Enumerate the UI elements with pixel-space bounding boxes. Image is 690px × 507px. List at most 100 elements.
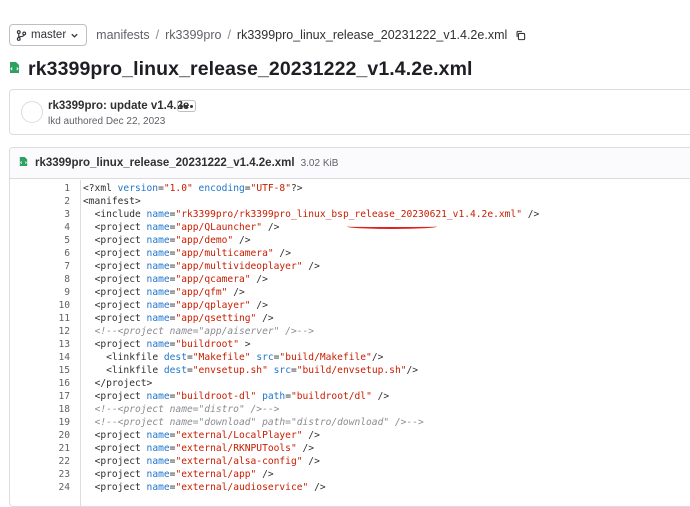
line-number[interactable]: 22 <box>10 455 70 468</box>
code-token: /> <box>302 261 320 272</box>
breadcrumb-separator: / <box>155 28 160 42</box>
code-token: encoding <box>198 183 245 194</box>
code-text: <!--<project name="download" path="distr… <box>83 416 424 429</box>
line-number[interactable]: 5 <box>10 234 70 247</box>
git-branch-icon <box>16 29 27 41</box>
code-line: 12 <!--<project name="app/aiserver" />--… <box>10 325 690 338</box>
code-line: 5 <project name="app/demo" /> <box>10 234 690 247</box>
line-number[interactable]: 2 <box>10 195 70 208</box>
code-line: 18 <!--<project name="distro" />--> <box>10 403 690 416</box>
code-token: "external/alsa-config" <box>175 456 303 467</box>
copy-icon[interactable] <box>515 30 526 41</box>
code-token: "app/multivideoplayer" <box>175 261 303 272</box>
code-token: /> <box>371 391 390 402</box>
line-number[interactable]: 15 <box>10 364 70 377</box>
code-token: "buildroot-dl" <box>175 391 257 402</box>
file-header: rk3399pro_linux_release_20231222_v1.4.2e… <box>10 148 690 179</box>
code-token: <project <box>94 274 147 285</box>
last-commit-box: rk3399pro: update v1.4.2e lkd authored D… <box>9 89 690 135</box>
code-token: "external/RKNPUTools" <box>175 443 297 454</box>
code-text: <project name="external/alsa-config" /> <box>83 455 320 468</box>
code-token: name <box>146 222 170 233</box>
line-number[interactable]: 3 <box>10 208 70 221</box>
code-token: name <box>146 261 170 272</box>
line-number[interactable]: 23 <box>10 468 70 481</box>
code-text: <project name="app/QLauncher" /> <box>83 221 280 234</box>
code-token: name <box>146 300 170 311</box>
line-number[interactable]: 9 <box>10 286 70 299</box>
chevron-down-icon <box>70 31 79 40</box>
code-text: <?xml version="1.0" encoding="UTF-8"?> <box>83 182 303 195</box>
line-number[interactable]: 11 <box>10 312 70 325</box>
code-text: <project name="app/demo" /> <box>83 234 251 247</box>
code-token: <project <box>94 287 147 298</box>
code-token: name <box>146 391 170 402</box>
line-number[interactable]: 18 <box>10 403 70 416</box>
file-size: 3.02 KiB <box>300 157 339 169</box>
line-number[interactable]: 17 <box>10 390 70 403</box>
line-number[interactable]: 16 <box>10 377 70 390</box>
commit-message[interactable]: rk3399pro: update v1.4.2e <box>48 100 189 112</box>
code-token: src <box>273 365 291 376</box>
breadcrumb-link-manifests[interactable]: manifests <box>96 28 150 42</box>
commit-meta: lkd authored Dec 22, 2023 <box>48 116 166 127</box>
code-token: "external/app" <box>175 469 257 480</box>
code-token: <!--<project name="app/aiserver" />--> <box>94 326 315 337</box>
code-token: /> <box>522 209 540 220</box>
code-token: name <box>146 248 170 259</box>
code-text: <project name="app/multicamera" /> <box>83 247 291 260</box>
code-token: "app/qplayer" <box>175 300 251 311</box>
code-token: <project <box>94 222 147 233</box>
code-token: name <box>146 482 170 493</box>
code-token: "external/audioservice" <box>175 482 309 493</box>
branch-name: master <box>31 29 67 41</box>
xml-file-icon <box>19 154 28 172</box>
line-number[interactable]: 1 <box>10 182 70 195</box>
line-number[interactable]: 19 <box>10 416 70 429</box>
code-token: "app/qsetting" <box>175 313 257 324</box>
code-line: 22 <project name="external/alsa-config" … <box>10 455 690 468</box>
code-token: </project> <box>94 378 153 389</box>
line-number[interactable]: 10 <box>10 299 70 312</box>
code-token: "app/qfm" <box>175 287 228 298</box>
xml-file-icon <box>9 61 20 79</box>
branch-selector-button[interactable]: master <box>9 24 88 46</box>
code-token: name <box>146 469 170 480</box>
code-token: name <box>146 287 170 298</box>
file-name: rk3399pro_linux_release_20231222_v1.4.2e… <box>35 157 295 169</box>
line-number[interactable]: 21 <box>10 442 70 455</box>
line-number[interactable]: 7 <box>10 260 70 273</box>
code-line: 23 <project name="external/app" /> <box>10 468 690 481</box>
code-token: <project <box>94 482 147 493</box>
line-number[interactable]: 4 <box>10 221 70 234</box>
code-text: <project name="app/multivideoplayer" /> <box>83 260 320 273</box>
code-token: name <box>146 339 170 350</box>
code-line: 17 <project name="buildroot-dl" path="bu… <box>10 390 690 403</box>
line-number[interactable]: 14 <box>10 351 70 364</box>
line-number[interactable]: 20 <box>10 429 70 442</box>
avatar[interactable] <box>21 101 43 123</box>
code-token: <manifest> <box>83 196 141 207</box>
code-token: "external/LocalPlayer" <box>175 430 303 441</box>
code-token: name <box>146 443 170 454</box>
code-text: <include name="rk3399pro/rk3399pro_linux… <box>83 208 540 221</box>
code-token: <linkfile <box>106 352 164 363</box>
line-number[interactable]: 6 <box>10 247 70 260</box>
line-number[interactable]: 8 <box>10 273 70 286</box>
line-number[interactable]: 13 <box>10 338 70 351</box>
code-token: "envsetup.sh" <box>192 365 268 376</box>
breadcrumb-link-rk3399pro[interactable]: rk3399pro <box>165 28 221 42</box>
code-line: 10 <project name="app/qplayer" /> <box>10 299 690 312</box>
line-number[interactable]: 12 <box>10 325 70 338</box>
code-token: <project <box>94 339 147 350</box>
line-number[interactable]: 24 <box>10 481 70 494</box>
code-token: name <box>146 430 170 441</box>
code-token: /> <box>256 469 274 480</box>
code-token: <linkfile <box>106 365 164 376</box>
code-token: <project <box>94 391 147 402</box>
code-text: <!--<project name="distro" />--> <box>83 403 280 416</box>
ellipsis-icon[interactable] <box>177 100 196 112</box>
code-token: "buildroot/dl" <box>290 391 372 402</box>
code-token: /> <box>262 222 280 233</box>
code-token: name <box>146 235 170 246</box>
